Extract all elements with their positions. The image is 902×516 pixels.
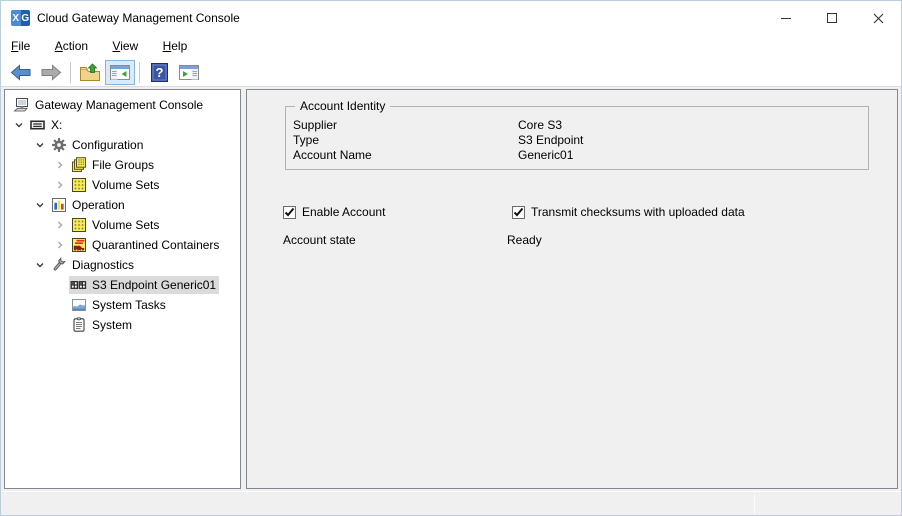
menu-file[interactable]: File — [11, 35, 30, 58]
title-bar: XG Cloud Gateway Management Console — [1, 1, 901, 35]
console-tree-icon — [109, 64, 131, 81]
status-bar — [1, 491, 901, 515]
close-button[interactable] — [855, 1, 901, 35]
wrench-icon — [50, 257, 67, 273]
up-one-level-button[interactable] — [75, 60, 105, 85]
account-state-row: Account state Ready — [283, 233, 542, 247]
menu-bar: File Action View Help — [1, 35, 901, 58]
content-area: Gateway Management Console X: Configuratio… — [1, 87, 902, 491]
tree-item-label: File Groups — [92, 156, 154, 174]
forward-arrow-icon — [40, 64, 62, 81]
account-state-value: Ready — [507, 233, 542, 247]
back-button[interactable] — [6, 60, 36, 85]
tree-item-label: Volume Sets — [92, 176, 159, 194]
tasks-icon — [70, 297, 87, 313]
tree-item-label: System — [92, 316, 132, 334]
chevron-down-icon[interactable] — [14, 120, 24, 130]
tree-item-system[interactable]: System — [5, 315, 240, 335]
gear-icon — [50, 137, 67, 153]
action-pane-button[interactable] — [174, 60, 204, 85]
tree-item-x[interactable]: X: — [5, 115, 240, 135]
tree-item-volume-sets[interactable]: Volume Sets — [5, 175, 240, 195]
detail-panel: Account Identity Supplier Core S3 Type S… — [246, 89, 898, 489]
identity-row-account-name: Account Name Generic01 — [293, 148, 868, 163]
minimize-icon — [781, 18, 791, 19]
account-identity-groupbox: Account Identity Supplier Core S3 Type S… — [285, 106, 869, 170]
maximize-button[interactable] — [809, 1, 855, 35]
chart-icon — [50, 197, 67, 213]
console-tree-panel: Gateway Management Console X: Configuratio… — [4, 89, 241, 489]
tree-item-quarantined-containers[interactable]: Quarantined Containers — [5, 235, 240, 255]
tree-item-volume-sets[interactable]: Volume Sets — [5, 215, 240, 235]
checkmark-icon — [513, 207, 524, 218]
tree-item-diagnostics[interactable]: Diagnostics — [5, 255, 240, 275]
tree-item-file-groups[interactable]: File Groups — [5, 155, 240, 175]
toolbar-separator — [70, 62, 71, 83]
forward-button[interactable] — [36, 60, 66, 85]
tree-item-operation[interactable]: Operation — [5, 195, 240, 215]
status-bar-divider — [754, 494, 755, 514]
chevron-right-icon[interactable] — [55, 180, 65, 190]
tree-item-configuration[interactable]: Configuration — [5, 135, 240, 155]
close-icon — [873, 13, 884, 24]
svg-text:?: ? — [155, 65, 163, 80]
app-window: XG Cloud Gateway Management Console File… — [0, 0, 902, 516]
transmit-checksums-checkbox-group: Transmit checksums with uploaded data — [512, 205, 745, 219]
chevron-right-icon[interactable] — [55, 220, 65, 230]
computer-icon — [13, 97, 30, 113]
tree-item-label: Volume Sets — [92, 216, 159, 234]
groupbox-title: Account Identity — [295, 99, 390, 113]
chevron-right-icon[interactable] — [55, 240, 65, 250]
chevron-down-icon[interactable] — [35, 140, 45, 150]
drive-icon — [29, 117, 46, 133]
tree-item-label: Quarantined Containers — [92, 236, 219, 254]
tree-item-label: Gateway Management Console — [35, 96, 203, 114]
chevron-down-icon[interactable] — [35, 200, 45, 210]
menu-help[interactable]: Help — [163, 35, 188, 58]
tree-item-label: System Tasks — [92, 296, 166, 314]
minimize-button[interactable] — [763, 1, 809, 35]
transmit-checksums-checkbox[interactable] — [512, 206, 525, 219]
window-title: Cloud Gateway Management Console — [37, 1, 240, 35]
maximize-icon — [827, 13, 837, 23]
tree-item-label: S3 Endpoint Generic01 — [92, 276, 216, 294]
menu-action[interactable]: Action — [55, 35, 88, 58]
endpoint-icon — [70, 277, 87, 293]
checkmark-icon — [284, 207, 295, 218]
tree-item-system-tasks[interactable]: System Tasks — [5, 295, 240, 315]
quarantine-icon — [70, 237, 87, 253]
folder-up-icon — [79, 63, 101, 82]
enable-account-checkbox[interactable] — [283, 206, 296, 219]
tree-item-label: Diagnostics — [72, 256, 134, 274]
enable-account-checkbox-group: Enable Account — [283, 205, 385, 219]
identity-row-supplier: Supplier Core S3 — [293, 118, 868, 133]
document-icon — [70, 317, 87, 333]
identity-row-type: Type S3 Endpoint — [293, 133, 868, 148]
volumeset-icon — [70, 217, 87, 233]
chevron-down-icon[interactable] — [35, 260, 45, 270]
volumeset-icon — [70, 177, 87, 193]
tree-item-gateway-management-console[interactable]: Gateway Management Console — [5, 95, 240, 115]
back-arrow-icon — [10, 64, 32, 81]
tree-item-s3-endpoint-generic01[interactable]: S3 Endpoint Generic01 — [5, 275, 240, 295]
console-tree-toggle-button[interactable] — [105, 60, 135, 85]
toolbar: ? — [1, 58, 901, 87]
toolbar-separator — [139, 62, 140, 83]
app-icon: XG — [11, 10, 30, 26]
tree-item-label: Configuration — [72, 136, 143, 154]
tree-item-label: X: — [51, 116, 62, 134]
help-icon: ? — [151, 63, 168, 82]
menu-view[interactable]: View — [112, 35, 138, 58]
filegroup-icon — [70, 157, 87, 173]
help-button[interactable]: ? — [144, 60, 174, 85]
action-pane-icon — [178, 64, 200, 81]
checkbox-row: Enable Account Transmit checksums with u… — [283, 205, 883, 219]
chevron-right-icon[interactable] — [55, 160, 65, 170]
tree-item-label: Operation — [72, 196, 125, 214]
